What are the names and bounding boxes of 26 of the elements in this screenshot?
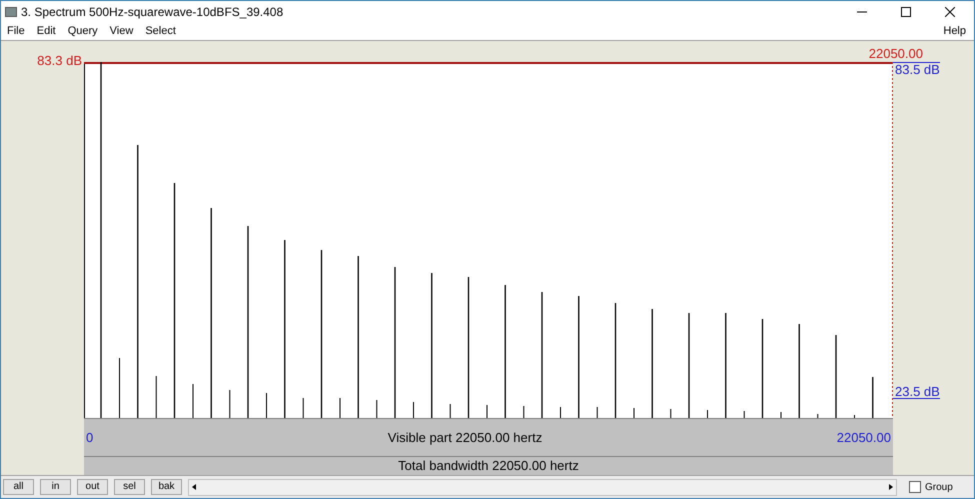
menu-item[interactable]: Help: [943, 23, 966, 40]
menu-item[interactable]: Query: [68, 23, 98, 40]
menu-item[interactable]: Select: [145, 23, 176, 40]
horizontal-scrollbar[interactable]: [188, 478, 897, 496]
app-icon: [5, 7, 17, 17]
max-db-label: 83.3 dB: [37, 54, 83, 67]
window-title: 3. Spectrum 500Hz-squarewave-10dBFS_39.408: [21, 4, 284, 21]
menu-item[interactable]: File: [7, 23, 25, 40]
group-checkbox[interactable]: [909, 481, 921, 493]
axis-end-label: 22050.00: [836, 428, 891, 447]
maximize-icon: [901, 7, 911, 17]
max-db-right-label: 83.5 dB: [893, 62, 940, 76]
axis-start-label: 0: [86, 428, 94, 447]
menu-item[interactable]: Edit: [36, 23, 56, 40]
total-bandwidth-text: Total bandwidth 22050.00 hertz: [398, 457, 579, 476]
menu-item[interactable]: View: [110, 23, 134, 40]
close-icon: [945, 7, 955, 17]
zoom-button[interactable]: in: [40, 479, 71, 495]
min-db-label: 23.5 dB: [893, 385, 940, 399]
max-frequency-label: 22050.00: [868, 47, 923, 60]
zoom-button[interactable]: sel: [114, 479, 145, 495]
zoom-button[interactable]: bak: [151, 479, 182, 495]
zoom-button[interactable]: out: [77, 479, 108, 495]
zoom-button[interactable]: all: [3, 479, 34, 495]
visible-range-text: Visible part 22050.00 hertz: [388, 428, 542, 447]
group-label: Group: [925, 480, 953, 494]
